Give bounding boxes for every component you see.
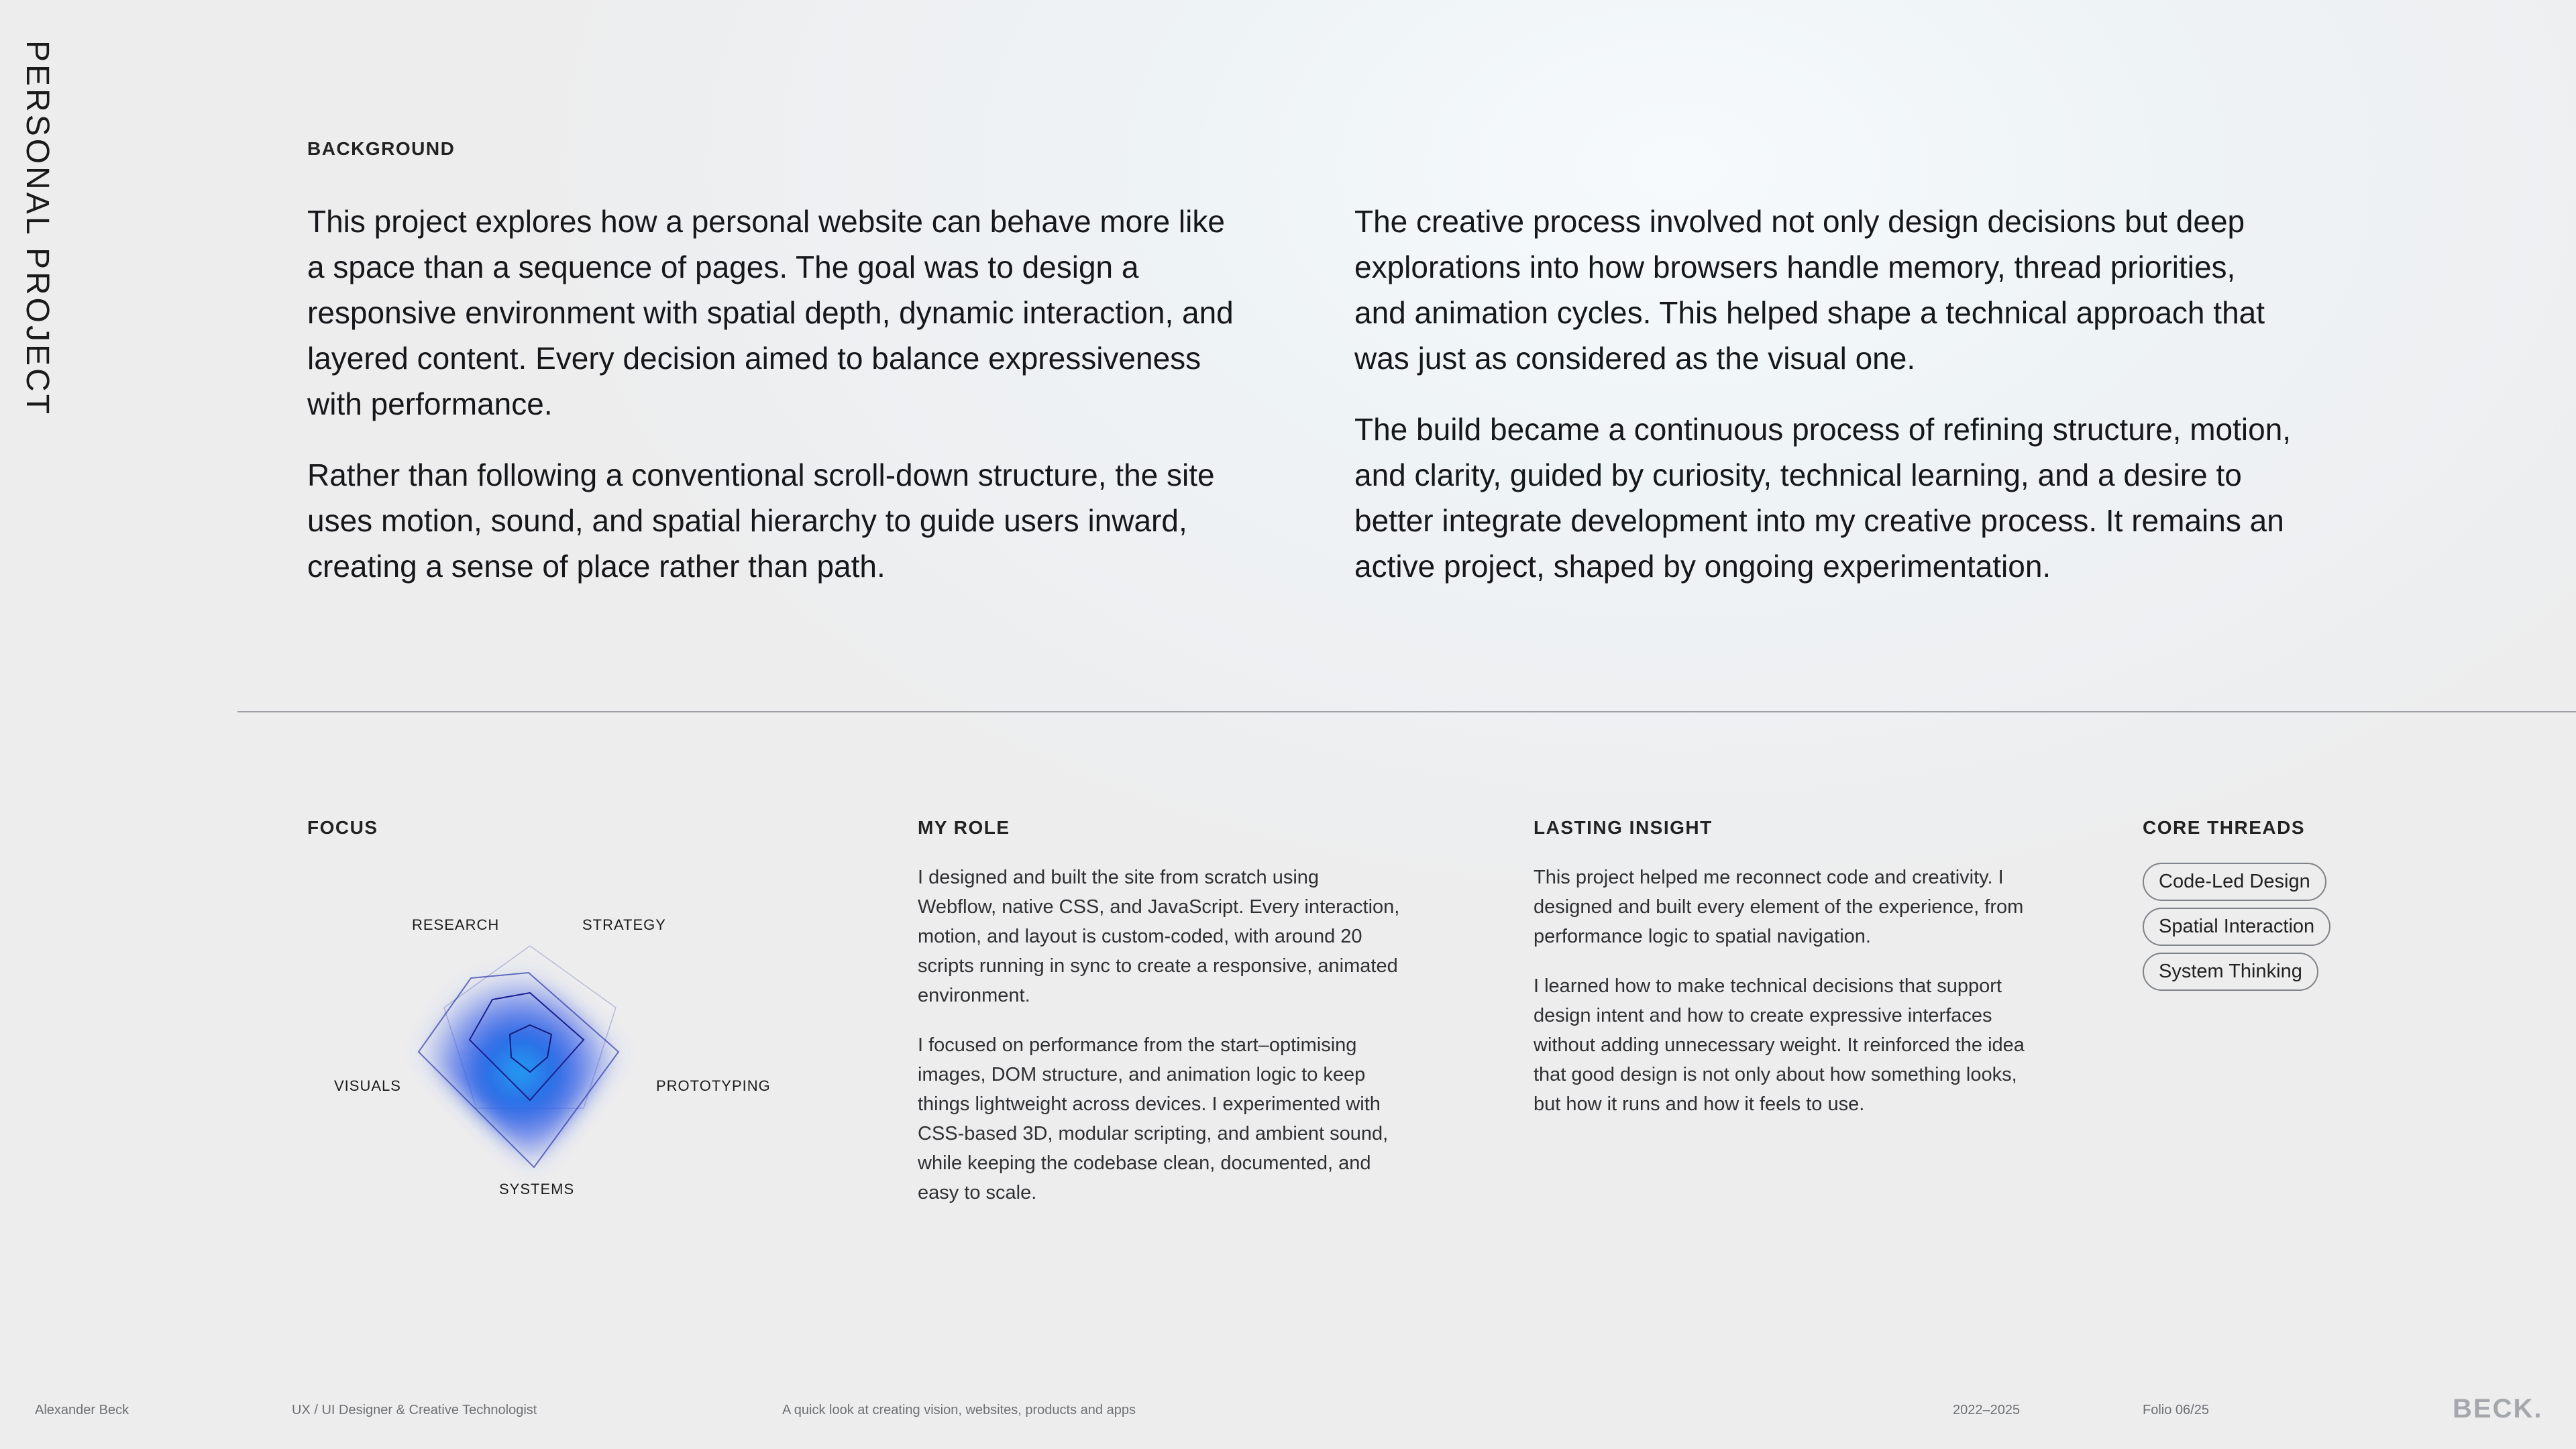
brand-logo[interactable]: BECK. bbox=[2453, 1394, 2542, 1424]
radar-axis-systems: SYSTEMS bbox=[499, 1181, 574, 1197]
role-paragraph: I focused on performance from the start–… bbox=[918, 1034, 1389, 1203]
background-right-column: The creative process involved not only d… bbox=[1354, 199, 2294, 614]
insight-label: LASTING INSIGHT bbox=[1534, 817, 1713, 838]
footer-folio: Folio 06/25 bbox=[2143, 1403, 2209, 1417]
thread-pill[interactable]: Code-Led Design bbox=[2143, 863, 2326, 901]
footer-tagline: A quick look at creating vision, website… bbox=[782, 1403, 1136, 1417]
threads-label: CORE THREADS bbox=[2143, 817, 2306, 838]
role-label: MY ROLE bbox=[918, 817, 1010, 838]
insight-paragraph: I learned how to make technical decision… bbox=[1534, 975, 2025, 1115]
thread-pill[interactable]: Spatial Interaction bbox=[2143, 908, 2331, 946]
section-divider bbox=[237, 711, 2576, 712]
focus-label: FOCUS bbox=[307, 817, 378, 838]
radar-axis-visuals: VISUALS bbox=[334, 1077, 401, 1094]
insight-text: This project helped me reconnect code an… bbox=[1534, 863, 2030, 1139]
background-paragraph: This project explores how a personal web… bbox=[307, 204, 1234, 421]
background-label: BACKGROUND bbox=[307, 138, 455, 159]
thread-pill[interactable]: System Thinking bbox=[2143, 953, 2318, 991]
side-title: PERSONAL PROJECT bbox=[19, 40, 55, 417]
background-paragraph: Rather than following a conventional scr… bbox=[307, 458, 1215, 584]
footer-name: Alexander Beck bbox=[35, 1403, 129, 1417]
background-paragraph: The build became a continuous process of… bbox=[1354, 412, 2292, 584]
role-paragraph: I designed and built the site from scrat… bbox=[918, 867, 1400, 1006]
role-text: I designed and built the site from scrat… bbox=[918, 863, 1401, 1228]
footer-years: 2022–2025 bbox=[1953, 1403, 2021, 1417]
radar-axis-research: RESEARCH bbox=[412, 916, 499, 933]
focus-radar-chart: RESEARCH STRATEGY PROTOTYPING SYSTEMS VI… bbox=[334, 916, 771, 1197]
core-threads-list: Code-Led Design Spatial Interaction Syst… bbox=[2143, 863, 2331, 991]
background-left-column: This project explores how a personal web… bbox=[307, 199, 1246, 614]
footer-role: UX / UI Designer & Creative Technologist bbox=[292, 1403, 537, 1417]
insight-paragraph: This project helped me reconnect code an… bbox=[1534, 867, 2024, 947]
radar-glow bbox=[416, 966, 624, 1169]
background-paragraph: The creative process involved not only d… bbox=[1354, 204, 2265, 376]
radar-axis-strategy: STRATEGY bbox=[582, 916, 666, 933]
radar-axis-prototyping: PROTOTYPING bbox=[656, 1077, 771, 1094]
